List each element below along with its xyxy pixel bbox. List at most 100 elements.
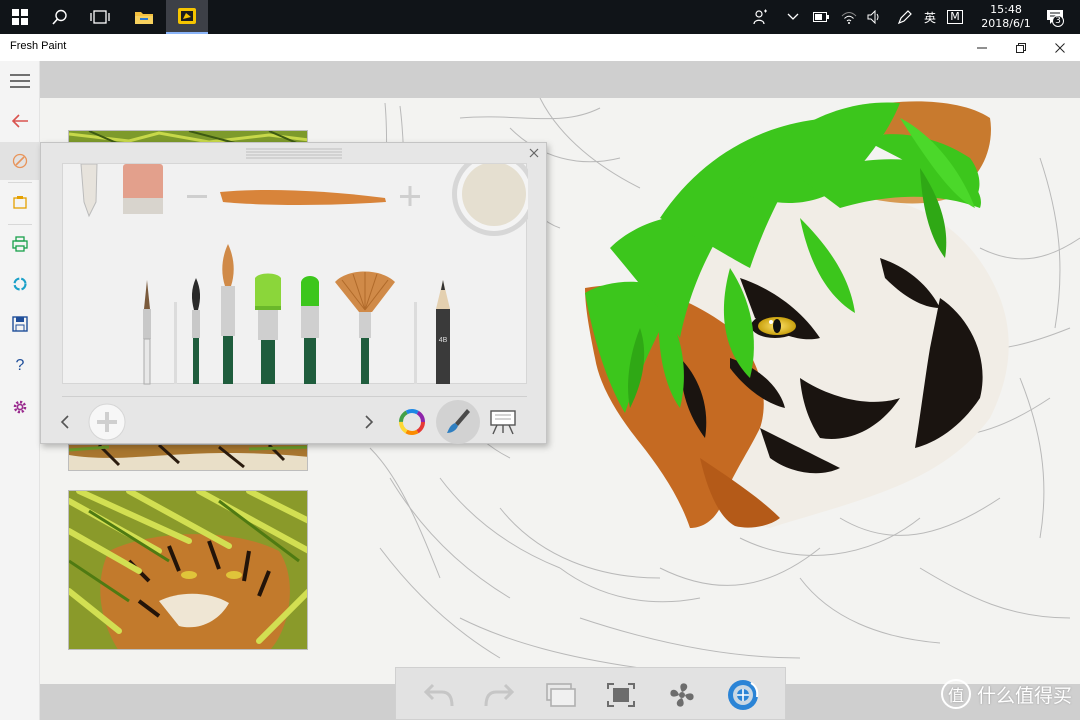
- fit-to-screen-button[interactable]: [591, 668, 651, 720]
- dry-paint-button[interactable]: [652, 668, 712, 720]
- volume-indicator[interactable]: [864, 0, 886, 34]
- save-button[interactable]: [0, 305, 40, 343]
- windows-logo-icon: [12, 9, 28, 25]
- hamburger-menu-icon: [10, 74, 30, 88]
- taskbar-clock[interactable]: 15:48 2018/6/1: [976, 3, 1036, 31]
- window-title: Fresh Paint: [10, 40, 67, 52]
- clock-date: 2018/6/1: [981, 17, 1031, 30]
- help-button[interactable]: ?: [0, 347, 40, 385]
- restore-icon: [1016, 42, 1026, 53]
- print-button[interactable]: [0, 225, 40, 263]
- fan-brush[interactable]: [335, 271, 395, 385]
- palette-drag-handle[interactable]: [244, 145, 344, 161]
- brush-palette-panel: 4B: [40, 142, 547, 444]
- paint-bucket-sync-icon: [728, 679, 759, 710]
- show-hidden-icons-button[interactable]: [784, 0, 802, 34]
- plus-circle-icon: [88, 403, 126, 441]
- watermark-logo: 值: [940, 679, 971, 709]
- redo-icon: [484, 683, 514, 706]
- ime-indicator[interactable]: M: [946, 0, 964, 34]
- canvas-top-margin: [40, 61, 1080, 98]
- share-icon: [13, 277, 27, 291]
- layers-icon: [546, 682, 576, 707]
- settings-button[interactable]: [0, 388, 40, 426]
- notification-count-badge: 3: [1052, 15, 1064, 27]
- wifi-indicator[interactable]: [838, 0, 860, 34]
- color-wheel-icon: [399, 409, 425, 435]
- brush-slot-divider: [174, 302, 177, 384]
- save-icon: [12, 316, 28, 332]
- speaker-icon: [867, 10, 879, 24]
- menu-button[interactable]: [0, 62, 40, 100]
- reference-image-2[interactable]: [68, 444, 308, 471]
- help-icon: ?: [15, 357, 25, 374]
- current-color-well[interactable]: [452, 164, 528, 236]
- paint-edit-icon: [12, 153, 28, 169]
- battery-icon: [813, 12, 829, 22]
- search-button[interactable]: [40, 0, 80, 34]
- search-icon: [52, 9, 67, 25]
- close-button[interactable]: [1040, 34, 1080, 61]
- app-title-bar: Fresh Paint: [0, 34, 1080, 61]
- start-button[interactable]: [0, 0, 40, 34]
- thin-pointed-brush[interactable]: [143, 280, 151, 385]
- palette-next-button[interactable]: [357, 401, 381, 443]
- print-icon: [12, 236, 28, 252]
- long-round-brush[interactable]: [221, 244, 235, 384]
- palette-close-button[interactable]: [526, 145, 542, 161]
- canvas-action-bar: [395, 667, 786, 720]
- fit-screen-icon: [607, 682, 635, 707]
- paint-mode-button[interactable]: [0, 142, 40, 180]
- small-round-brush[interactable]: [191, 278, 201, 384]
- eraser-tool[interactable]: [123, 164, 163, 214]
- undo-button[interactable]: [409, 668, 469, 720]
- paintbrush-icon: [436, 400, 480, 444]
- filbert-brush[interactable]: [301, 276, 319, 384]
- fresh-paint-app-icon: [178, 8, 196, 24]
- restore-button[interactable]: [1001, 34, 1041, 61]
- left-app-toolbar: ?: [0, 61, 40, 720]
- close-icon: [1055, 42, 1065, 53]
- brush-tray: 4B: [62, 163, 528, 385]
- fan-icon: [670, 682, 694, 707]
- wide-flat-brush[interactable]: [255, 273, 281, 385]
- color-wheel-button[interactable]: [391, 401, 433, 443]
- clipboard-icon: [13, 196, 27, 209]
- file-explorer-taskbar-button[interactable]: [124, 0, 164, 34]
- brush-size-preview: [220, 190, 386, 205]
- back-button[interactable]: [0, 102, 40, 140]
- pencil[interactable]: 4B: [436, 280, 450, 384]
- chevron-up-icon: [787, 13, 799, 20]
- people-button[interactable]: [748, 0, 772, 34]
- task-view-button[interactable]: [80, 0, 120, 34]
- wifi-icon: [841, 12, 857, 24]
- brush-tool-button[interactable]: [435, 400, 481, 444]
- reference-image-3[interactable]: [68, 490, 308, 650]
- palette-prev-button[interactable]: [53, 401, 77, 443]
- close-icon: [529, 148, 539, 158]
- task-view-icon: [90, 10, 110, 24]
- brush-size-increase-button[interactable]: [400, 186, 420, 206]
- pencil-grade-label: 4B: [439, 337, 448, 344]
- fresh-paint-taskbar-button[interactable]: [166, 0, 208, 34]
- watermark-text: 什么值得买: [976, 684, 1072, 707]
- minimize-icon: [977, 47, 987, 48]
- easel-icon: [490, 410, 516, 435]
- brush-slot-divider: [414, 302, 417, 384]
- knife-tool[interactable]: [80, 164, 98, 218]
- pen-workspace-button[interactable]: [894, 0, 916, 34]
- minimize-button[interactable]: [962, 34, 1002, 61]
- layers-button[interactable]: [531, 668, 591, 720]
- easel-button[interactable]: [485, 401, 521, 443]
- brush-size-decrease-button[interactable]: [187, 195, 207, 198]
- share-button[interactable]: [0, 265, 40, 303]
- folder-icon: [135, 12, 153, 24]
- paste-button[interactable]: [0, 183, 40, 221]
- settings-gear-icon: [13, 400, 27, 414]
- battery-indicator[interactable]: [810, 0, 832, 34]
- add-brush-button[interactable]: [86, 401, 128, 443]
- redo-button[interactable]: [469, 668, 529, 720]
- sync-button[interactable]: [713, 668, 773, 720]
- back-arrow-icon: [12, 114, 28, 128]
- input-language-indicator[interactable]: 英: [920, 0, 940, 34]
